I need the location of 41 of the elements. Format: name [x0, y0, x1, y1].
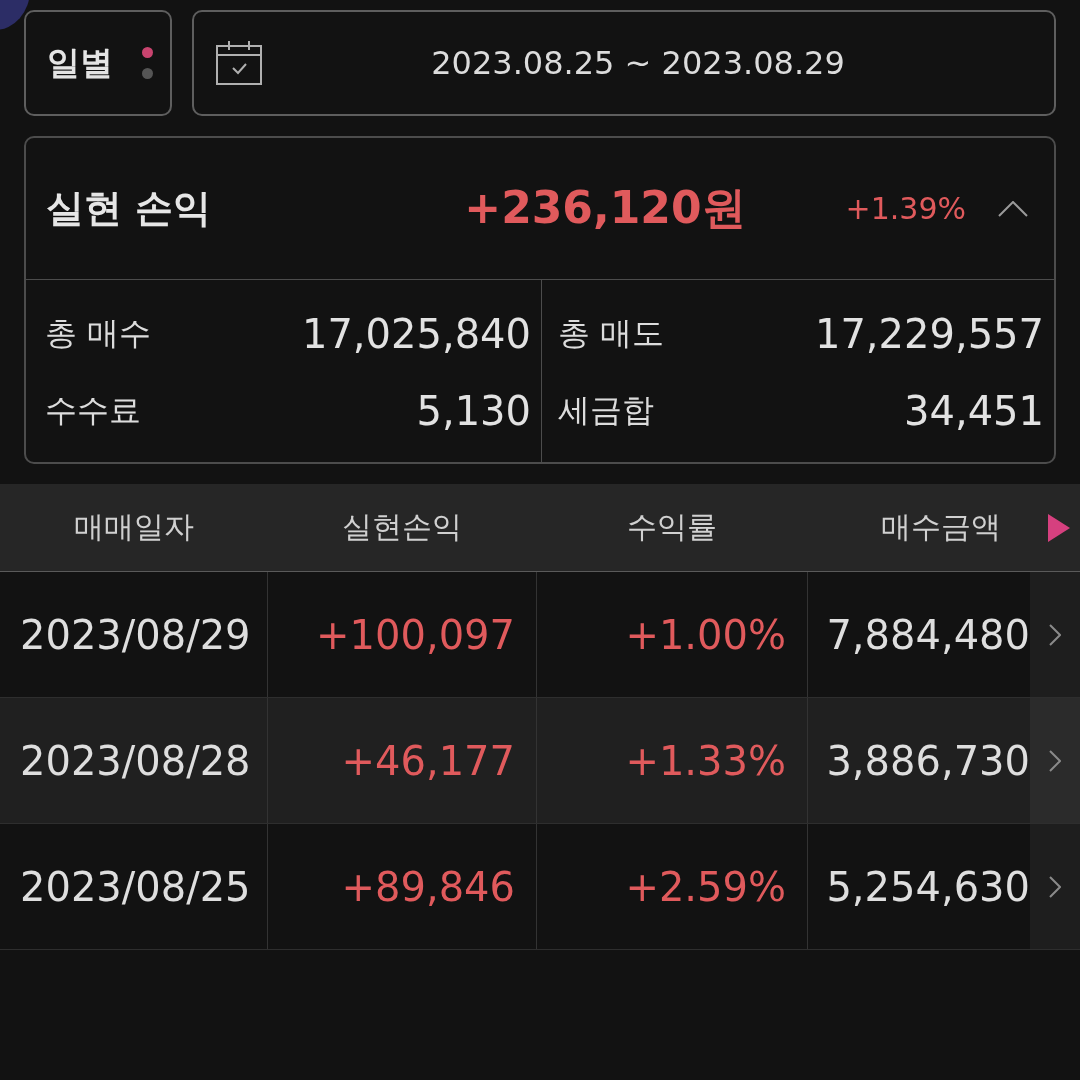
- table-cell: +100,097: [316, 611, 515, 658]
- table-row[interactable]: 2023/08/28 +46,177 +1.33% 3,886,730: [0, 698, 1080, 824]
- stat-label: 수수료: [45, 389, 141, 431]
- stat-value: 17,025,840: [301, 310, 531, 357]
- calendar-check-icon: [216, 40, 262, 86]
- table-cell: +46,177: [341, 737, 515, 784]
- stat-label: 세금합: [558, 389, 654, 431]
- stat-label: 총 매수: [45, 312, 152, 354]
- detail-button[interactable]: [1030, 824, 1080, 949]
- profit-rate: +1.39%: [845, 191, 966, 226]
- stat-value: 17,229,557: [814, 310, 1044, 357]
- chevron-right-icon: [1049, 875, 1061, 898]
- table-cell: +1.00%: [625, 611, 786, 658]
- table-cell: 2023/08/25: [20, 863, 251, 910]
- detail-button[interactable]: [1030, 698, 1080, 823]
- summary-title: 실현 손익: [46, 185, 213, 232]
- stat-value: 5,130: [416, 387, 531, 434]
- period-button[interactable]: 일별: [24, 10, 172, 116]
- table-row[interactable]: 2023/08/29 +100,097 +1.00% 7,884,480: [0, 572, 1080, 698]
- table-cell: +1.33%: [625, 737, 786, 784]
- chevron-right-icon: [1049, 749, 1061, 772]
- profit-amount: +236,120원: [464, 181, 746, 235]
- table-cell: +2.59%: [625, 863, 786, 910]
- table-cell: 3,886,730: [826, 737, 1030, 784]
- stat-label: 총 매도: [558, 312, 665, 354]
- column-header: 매수금액: [881, 508, 1001, 546]
- stat-value: 34,451: [904, 387, 1044, 434]
- detail-button[interactable]: [1030, 572, 1080, 697]
- column-header: 매매일자: [73, 508, 194, 546]
- right-triangle-icon[interactable]: [1048, 513, 1070, 542]
- chevron-up-icon[interactable]: [998, 200, 1028, 217]
- column-header: 실현손익: [341, 508, 462, 546]
- table-row[interactable]: 2023/08/25 +89,846 +2.59% 5,254,630: [0, 824, 1080, 950]
- date-range-button[interactable]: 2023.08.25 ~ 2023.08.29: [192, 10, 1056, 116]
- table-cell: +89,846: [341, 863, 515, 910]
- table-cell: 2023/08/28: [20, 737, 251, 784]
- table-cell: 5,254,630: [826, 863, 1030, 910]
- chevron-right-icon: [1049, 623, 1061, 646]
- table-cell: 7,884,480: [826, 611, 1030, 658]
- table-cell: 2023/08/29: [20, 611, 251, 658]
- column-header: 수익률: [626, 508, 717, 546]
